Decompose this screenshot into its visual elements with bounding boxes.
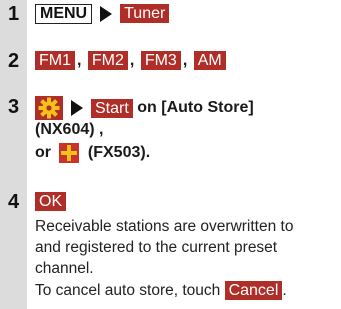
cancel-key: Cancel [224, 281, 283, 301]
step-number-bar [0, 0, 27, 309]
step-2-line: FM1, FM2, FM3, AM [35, 50, 226, 72]
step-3-line-2: (NX604) , [35, 121, 104, 138]
arrow-right-icon [100, 5, 113, 22]
separator: , [182, 52, 188, 69]
band-key-fm2: FM2 [87, 51, 128, 71]
gear-icon [38, 97, 60, 119]
period-text: . [282, 282, 287, 299]
arrow-right-icon [71, 100, 83, 116]
step-number-1: 1 [7, 3, 20, 25]
auto-store-text: on [Auto Store] [137, 99, 254, 117]
separator: , [77, 52, 82, 69]
cancel-instruction-text: To cancel auto store, touch [35, 282, 221, 299]
step-number-2: 2 [7, 50, 20, 72]
step-number-4: 4 [7, 191, 20, 213]
plus-icon [59, 142, 80, 163]
separator: , [129, 52, 135, 69]
step-4-line: OK [35, 191, 67, 213]
step-3-line-1: Start on [Auto Store] [35, 96, 254, 120]
band-key-am: AM [193, 51, 226, 71]
step-1-line: MENU Tuner [35, 3, 170, 25]
fx503-text: (FX503). [87, 144, 151, 161]
step-3-line-3: or (FX503). [35, 142, 150, 164]
step-4-desc-line-2: and registered to the current preset [35, 239, 278, 256]
step-4-cancel-line: To cancel auto store, touch Cancel. [35, 280, 287, 301]
step-number-3: 3 [7, 96, 20, 118]
ok-key: OK [35, 192, 67, 212]
step-4-desc-line-1: Receivable stations are overwritten to [35, 218, 294, 235]
gear-icon-key [35, 96, 63, 120]
start-key: Start [91, 98, 133, 118]
tuner-key: Tuner [120, 4, 170, 24]
band-key-fm1: FM1 [35, 51, 75, 71]
menu-key: MENU [35, 3, 93, 24]
step-4-desc-line-3: channel. [35, 260, 94, 277]
or-text: or [35, 144, 51, 161]
band-key-fm3: FM3 [140, 51, 181, 71]
